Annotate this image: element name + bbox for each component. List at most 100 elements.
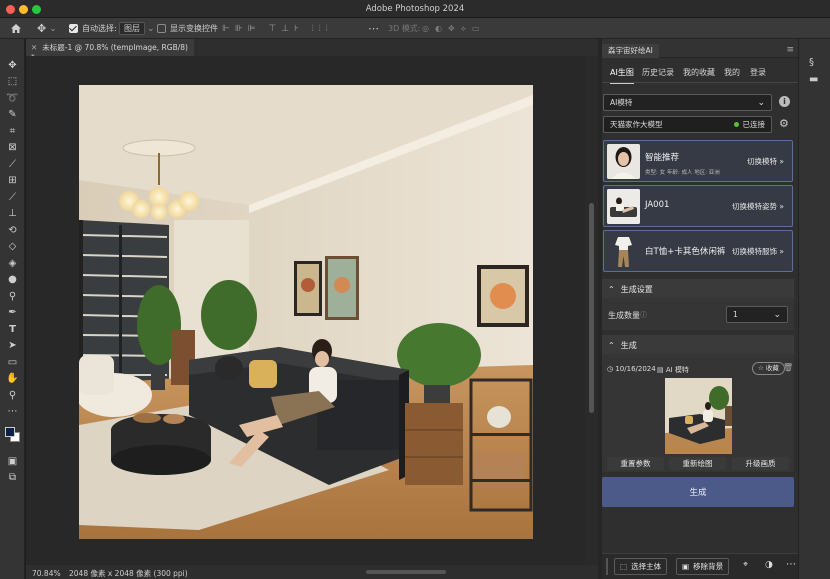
paint-bucket-tool-icon[interactable]: ◈ [0,255,25,271]
comment-icon[interactable]: ▬ [809,74,818,85]
switch-model-label: 切换模特 [747,157,778,166]
switch-outfit-button[interactable]: 切换模特服饰 » [732,246,784,257]
more-tools-icon[interactable]: ⋯ [0,403,25,419]
marquee-tool-icon[interactable]: ⬚ [0,73,25,89]
select-subject-icon: ⬚ [620,562,628,571]
generate-section-header[interactable]: ⌃ 生成 [602,335,794,354]
settings-section-header[interactable]: ⌃ 生成设置 [602,279,794,298]
more-options-icon[interactable]: ⋯ [368,18,379,39]
pen-tool-icon[interactable]: ✒ [0,304,25,320]
engine-row: 天猫家作大模型 已连接 [603,116,772,133]
reset-params-button[interactable]: 重置参数 [607,457,664,470]
settings-body: 生成数量 ⓘ 1 ⌄ [602,298,794,330]
magic-wand-tool-icon[interactable]: ✎ [0,106,25,122]
path-selection-tool-icon[interactable]: ➤ [0,337,25,353]
history-brush-tool-icon[interactable]: ⟲ [0,222,25,238]
healing-brush-tool-icon[interactable]: ⊞ [0,172,25,188]
remove-background-icon: ▣ [682,562,690,571]
tab-history[interactable]: 历史记录 [642,67,674,78]
panel-menu-icon[interactable]: ≡ [786,45,794,55]
trash-icon[interactable]: 🗑 [783,363,793,372]
info-icon[interactable]: i [779,96,790,107]
brush-tool-icon[interactable]: ⟋ [0,189,25,205]
auto-select-checkbox[interactable]: 自动选择: [69,18,117,39]
frame-tool-icon[interactable]: ⊠ [0,139,25,155]
close-tab-icon[interactable]: ✕ [31,43,37,52]
chevron-right-icon: » [779,157,784,166]
quantity-label: 生成数量 [608,311,640,320]
select-subject-button[interactable]: ⬚ 选择主体 [614,558,668,575]
generate-button[interactable]: 生成 [602,477,794,507]
title-bar: Adobe Photoshop 2024 [0,0,830,18]
plugin-icon[interactable]: § [809,57,814,68]
tab-favorites[interactable]: 我的收藏 [683,67,715,78]
move-tool-preset-icon[interactable]: ✥ ⌄ [37,18,57,39]
panel-tabs: AI生图 历史记录 我的收藏 我的 登录 [602,61,798,84]
align-buttons[interactable]: ⊩⊪⊫ ⊤⊥⊦ ⦙⦙⦙ [222,18,333,39]
checkbox-unchecked-icon [157,24,166,33]
gear-icon[interactable]: ⚙ [779,117,789,130]
favorite-button[interactable]: ☆ 收藏 [752,362,785,375]
panel-title[interactable]: 森宇宙好绘AI [602,44,659,58]
quick-mask-icon[interactable]: ▣ [0,453,25,469]
remove-background-button[interactable]: ▣ 移除背景 [676,558,730,575]
upscale-button[interactable]: 升级画质 [732,457,789,470]
remove-background-label: 移除背景 [693,562,724,571]
crop-tool-icon[interactable]: ⌗ [0,123,25,139]
switch-outfit-label: 切换模特服饰 [732,247,778,256]
auto-select-label: 自动选择: [82,24,117,33]
vertical-scrollbar[interactable] [585,56,598,565]
horizontal-scroll-thumb[interactable] [366,570,446,574]
switch-model-button[interactable]: 切换模特 » [747,156,784,167]
model-type-select[interactable]: AI模特 ⌄ [603,94,772,111]
clone-stamp-tool-icon[interactable]: ⊥ [0,205,25,221]
chevron-right-icon: » [779,247,784,256]
brush-icon[interactable]: ⌖ [743,560,748,570]
adjust-icon[interactable]: ◑ [765,560,773,570]
show-transform-controls-checkbox[interactable]: 显示变换控件 [157,18,218,39]
type-tool-icon[interactable]: T [0,321,25,337]
screen-mode-icon[interactable]: ⧉ [0,469,25,485]
pose-card[interactable]: JA001 切换模特姿势 » [603,185,793,227]
hand-tool-icon[interactable]: ✋ [0,370,25,386]
lasso-tool-icon[interactable]: ➰ [0,90,25,106]
move-tool-icon[interactable]: ✥ [0,57,25,73]
home-icon[interactable] [10,18,22,39]
zoom-tool-icon[interactable]: ⚲ [0,387,25,403]
color-swatches[interactable] [0,422,25,446]
document-tab[interactable]: ✕未标题-1 @ 70.8% (tempImage, RGB/8) * [26,39,194,62]
auto-select-dropdown[interactable]: 图层 ⌄ [116,18,155,39]
blur-tool-icon[interactable]: ● [0,271,25,287]
zoom-level[interactable]: 70.84% [32,569,61,578]
plugin-panel: 森宇宙好绘AI ≡ AI生图 历史记录 我的收藏 我的 登录 AI模特 ⌄ i … [602,39,798,579]
favorite-label: 收藏 [765,364,779,372]
model-type-value: AI模特 [610,98,633,107]
more-icon[interactable]: ⋯ [786,559,796,570]
generate-body: ◷ 10/16/2024 ▤ AI 模特 ☆ 收藏 🗑 重置参数 重新绘图 升级… [602,354,794,472]
tab-login[interactable]: 登录 [750,67,766,78]
model-card[interactable]: 智能推荐 类型: 女 年龄: 成人 地区: 亚洲 切换模特 » [603,140,793,182]
help-icon[interactable]: ⓘ [640,310,647,320]
switch-pose-button[interactable]: 切换模特姿势 » [732,201,784,212]
options-bar: ✥ ⌄ 自动选择: 图层 ⌄ 显示变换控件 ⊩⊪⊫ ⊤⊥⊦ ⦙⦙⦙ ⋯ 3D 模式… [0,18,830,39]
dodge-tool-icon[interactable]: ⚲ [0,288,25,304]
redraw-button[interactable]: 重新绘图 [669,457,726,470]
generate-section-title: 生成 [620,341,637,350]
3d-mode-icons[interactable]: ◎◐✥⟡▭ [422,18,486,39]
canvas-image[interactable] [79,85,533,539]
result-date-row: ◷ 10/16/2024 [607,365,656,373]
outfit-card[interactable]: 白T恤+卡其色休闲裤 切换模特服饰 » [603,230,793,272]
rectangle-tool-icon[interactable]: ▭ [0,354,25,370]
foreground-color-swatch[interactable] [4,427,15,437]
result-thumbnail[interactable] [665,378,732,454]
quantity-select[interactable]: 1 ⌄ [726,306,788,323]
eyedropper-tool-icon[interactable]: ⟋ [0,156,25,172]
eraser-tool-icon[interactable]: ◇ [0,238,25,254]
document-info[interactable]: 2048 像素 x 2048 像素 (300 ppi) [69,569,188,578]
chevron-up-icon: ⌃ [608,341,615,350]
panel-header: 森宇宙好绘AI ≡ [602,39,798,58]
tab-ai-generate[interactable]: AI生图 [610,67,634,84]
tab-mine[interactable]: 我的 [724,67,740,78]
scroll-thumb[interactable] [589,203,594,413]
star-icon: ☆ [758,364,764,372]
